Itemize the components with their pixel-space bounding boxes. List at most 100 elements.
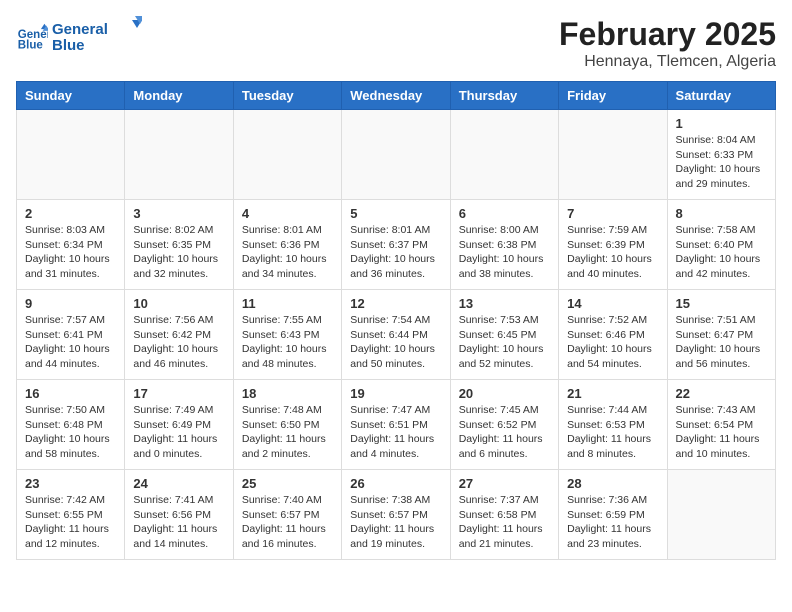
day-number: 4 <box>242 206 333 221</box>
day-cell: 15Sunrise: 7:51 AM Sunset: 6:47 PM Dayli… <box>667 290 775 380</box>
day-cell: 20 Sunrise: 7:45 AM Sunset: 6:52 PM Dayli… <box>450 380 558 470</box>
day-cell <box>450 110 558 200</box>
day-number: 5 <box>350 206 441 221</box>
day-cell: 3 Sunrise: 8:02 AM Sunset: 6:35 PM Daylig… <box>125 200 233 290</box>
day-cell: 17 Sunrise: 7:49 AM Sunset: 6:49 PM Dayli… <box>125 380 233 470</box>
day-info: Sunrise: 7:55 AM Sunset: 6:43 PM Dayligh… <box>242 313 333 372</box>
day-info: Sunrise: 7:50 AM Sunset: 6:48 PM Dayligh… <box>25 403 116 462</box>
day-number: 13 <box>459 296 550 311</box>
day-info: Sunrise: 7:47 AM Sunset: 6:51 PM Dayligh… <box>350 403 441 462</box>
day-cell: 5 Sunrise: 8:01 AM Sunset: 6:37 PM Daylig… <box>342 200 450 290</box>
day-info: Sunrise: 7:54 AM Sunset: 6:44 PM Dayligh… <box>350 313 441 372</box>
day-cell: 26Sunrise: 7:38 AM Sunset: 6:57 PM Dayli… <box>342 470 450 560</box>
day-info: Sunrise: 7:45 AM Sunset: 6:52 PM Dayligh… <box>459 403 550 462</box>
day-info: Sunrise: 8:03 AM Sunset: 6:34 PM Dayligh… <box>25 223 116 282</box>
day-info: Sunrise: 7:48 AM Sunset: 6:50 PM Dayligh… <box>242 403 333 462</box>
day-number: 27 <box>459 476 550 491</box>
month-title: February 2025 <box>559 16 776 53</box>
day-info: Sunrise: 8:02 AM Sunset: 6:35 PM Dayligh… <box>133 223 224 282</box>
day-info: Sunrise: 7:53 AM Sunset: 6:45 PM Dayligh… <box>459 313 550 372</box>
day-info: Sunrise: 7:57 AM Sunset: 6:41 PM Dayligh… <box>25 313 116 372</box>
day-cell: 19 Sunrise: 7:47 AM Sunset: 6:51 PM Dayli… <box>342 380 450 470</box>
day-info: Sunrise: 7:36 AM Sunset: 6:59 PM Dayligh… <box>567 493 658 552</box>
day-cell: 8 Sunrise: 7:58 AM Sunset: 6:40 PM Daylig… <box>667 200 775 290</box>
day-info: Sunrise: 7:56 AM Sunset: 6:42 PM Dayligh… <box>133 313 224 372</box>
day-number: 28 <box>567 476 658 491</box>
day-cell <box>559 110 667 200</box>
day-info: Sunrise: 7:44 AM Sunset: 6:53 PM Dayligh… <box>567 403 658 462</box>
day-info: Sunrise: 7:51 AM Sunset: 6:47 PM Dayligh… <box>676 313 767 372</box>
col-header-thursday: Thursday <box>450 82 558 110</box>
week-row-4: 16 Sunrise: 7:50 AM Sunset: 6:48 PM Dayli… <box>17 380 776 470</box>
day-number: 10 <box>133 296 224 311</box>
day-number: 16 <box>25 386 116 401</box>
day-number: 22 <box>676 386 767 401</box>
week-row-5: 23 Sunrise: 7:42 AM Sunset: 6:55 PM Dayli… <box>17 470 776 560</box>
day-info: Sunrise: 7:58 AM Sunset: 6:40 PM Dayligh… <box>676 223 767 282</box>
col-header-sunday: Sunday <box>17 82 125 110</box>
day-cell <box>17 110 125 200</box>
day-number: 8 <box>676 206 767 221</box>
day-info: Sunrise: 7:49 AM Sunset: 6:49 PM Dayligh… <box>133 403 224 462</box>
col-header-tuesday: Tuesday <box>233 82 341 110</box>
day-number: 23 <box>25 476 116 491</box>
logo-text: General Blue <box>52 16 142 59</box>
day-number: 6 <box>459 206 550 221</box>
day-cell: 11Sunrise: 7:55 AM Sunset: 6:43 PM Dayli… <box>233 290 341 380</box>
calendar-table: SundayMondayTuesdayWednesdayThursdayFrid… <box>16 81 776 560</box>
day-info: Sunrise: 8:04 AM Sunset: 6:33 PM Dayligh… <box>676 133 767 192</box>
day-cell: 23 Sunrise: 7:42 AM Sunset: 6:55 PM Dayli… <box>17 470 125 560</box>
day-cell <box>125 110 233 200</box>
day-cell: 28 Sunrise: 7:36 AM Sunset: 6:59 PM Dayli… <box>559 470 667 560</box>
day-cell: 22 Sunrise: 7:43 AM Sunset: 6:54 PM Dayli… <box>667 380 775 470</box>
day-cell: 10 Sunrise: 7:56 AM Sunset: 6:42 PM Dayli… <box>125 290 233 380</box>
day-cell <box>342 110 450 200</box>
col-header-friday: Friday <box>559 82 667 110</box>
day-info: Sunrise: 7:40 AM Sunset: 6:57 PM Dayligh… <box>242 493 333 552</box>
day-cell: 18 Sunrise: 7:48 AM Sunset: 6:50 PM Dayli… <box>233 380 341 470</box>
day-number: 12 <box>350 296 441 311</box>
day-cell: 6 Sunrise: 8:00 AM Sunset: 6:38 PM Daylig… <box>450 200 558 290</box>
day-number: 7 <box>567 206 658 221</box>
day-info: Sunrise: 8:01 AM Sunset: 6:36 PM Dayligh… <box>242 223 333 282</box>
location-title: Hennaya, Tlemcen, Algeria <box>559 53 776 71</box>
day-info: Sunrise: 7:37 AM Sunset: 6:58 PM Dayligh… <box>459 493 550 552</box>
svg-text:Blue: Blue <box>52 37 85 54</box>
day-info: Sunrise: 8:00 AM Sunset: 6:38 PM Dayligh… <box>459 223 550 282</box>
day-number: 3 <box>133 206 224 221</box>
day-cell: 12 Sunrise: 7:54 AM Sunset: 6:44 PM Dayli… <box>342 290 450 380</box>
col-header-wednesday: Wednesday <box>342 82 450 110</box>
svg-text:General: General <box>52 21 108 38</box>
col-header-monday: Monday <box>125 82 233 110</box>
day-cell: 27 Sunrise: 7:37 AM Sunset: 6:58 PM Dayli… <box>450 470 558 560</box>
day-info: Sunrise: 7:42 AM Sunset: 6:55 PM Dayligh… <box>25 493 116 552</box>
day-cell <box>233 110 341 200</box>
day-number: 19 <box>350 386 441 401</box>
page-header: General Blue General Blue February 2025 … <box>16 16 776 71</box>
col-header-saturday: Saturday <box>667 82 775 110</box>
day-cell: 9Sunrise: 7:57 AM Sunset: 6:41 PM Daylig… <box>17 290 125 380</box>
day-info: Sunrise: 8:01 AM Sunset: 6:37 PM Dayligh… <box>350 223 441 282</box>
day-cell: 4 Sunrise: 8:01 AM Sunset: 6:36 PM Daylig… <box>233 200 341 290</box>
week-row-1: 1 Sunrise: 8:04 AM Sunset: 6:33 PM Daylig… <box>17 110 776 200</box>
day-cell: 14Sunrise: 7:52 AM Sunset: 6:46 PM Dayli… <box>559 290 667 380</box>
day-number: 21 <box>567 386 658 401</box>
title-block: February 2025 Hennaya, Tlemcen, Algeria <box>559 16 776 71</box>
day-cell: 2 Sunrise: 8:03 AM Sunset: 6:34 PM Daylig… <box>17 200 125 290</box>
day-info: Sunrise: 7:43 AM Sunset: 6:54 PM Dayligh… <box>676 403 767 462</box>
day-number: 1 <box>676 116 767 131</box>
day-number: 24 <box>133 476 224 491</box>
day-number: 25 <box>242 476 333 491</box>
day-cell: 13 Sunrise: 7:53 AM Sunset: 6:45 PM Dayli… <box>450 290 558 380</box>
day-number: 17 <box>133 386 224 401</box>
day-info: Sunrise: 7:52 AM Sunset: 6:46 PM Dayligh… <box>567 313 658 372</box>
day-number: 20 <box>459 386 550 401</box>
day-cell: 24Sunrise: 7:41 AM Sunset: 6:56 PM Dayli… <box>125 470 233 560</box>
day-number: 2 <box>25 206 116 221</box>
day-info: Sunrise: 7:38 AM Sunset: 6:57 PM Dayligh… <box>350 493 441 552</box>
day-number: 18 <box>242 386 333 401</box>
day-cell: 7Sunrise: 7:59 AM Sunset: 6:39 PM Daylig… <box>559 200 667 290</box>
logo: General Blue General Blue <box>16 16 142 59</box>
day-cell: 25 Sunrise: 7:40 AM Sunset: 6:57 PM Dayli… <box>233 470 341 560</box>
svg-text:Blue: Blue <box>18 39 44 51</box>
